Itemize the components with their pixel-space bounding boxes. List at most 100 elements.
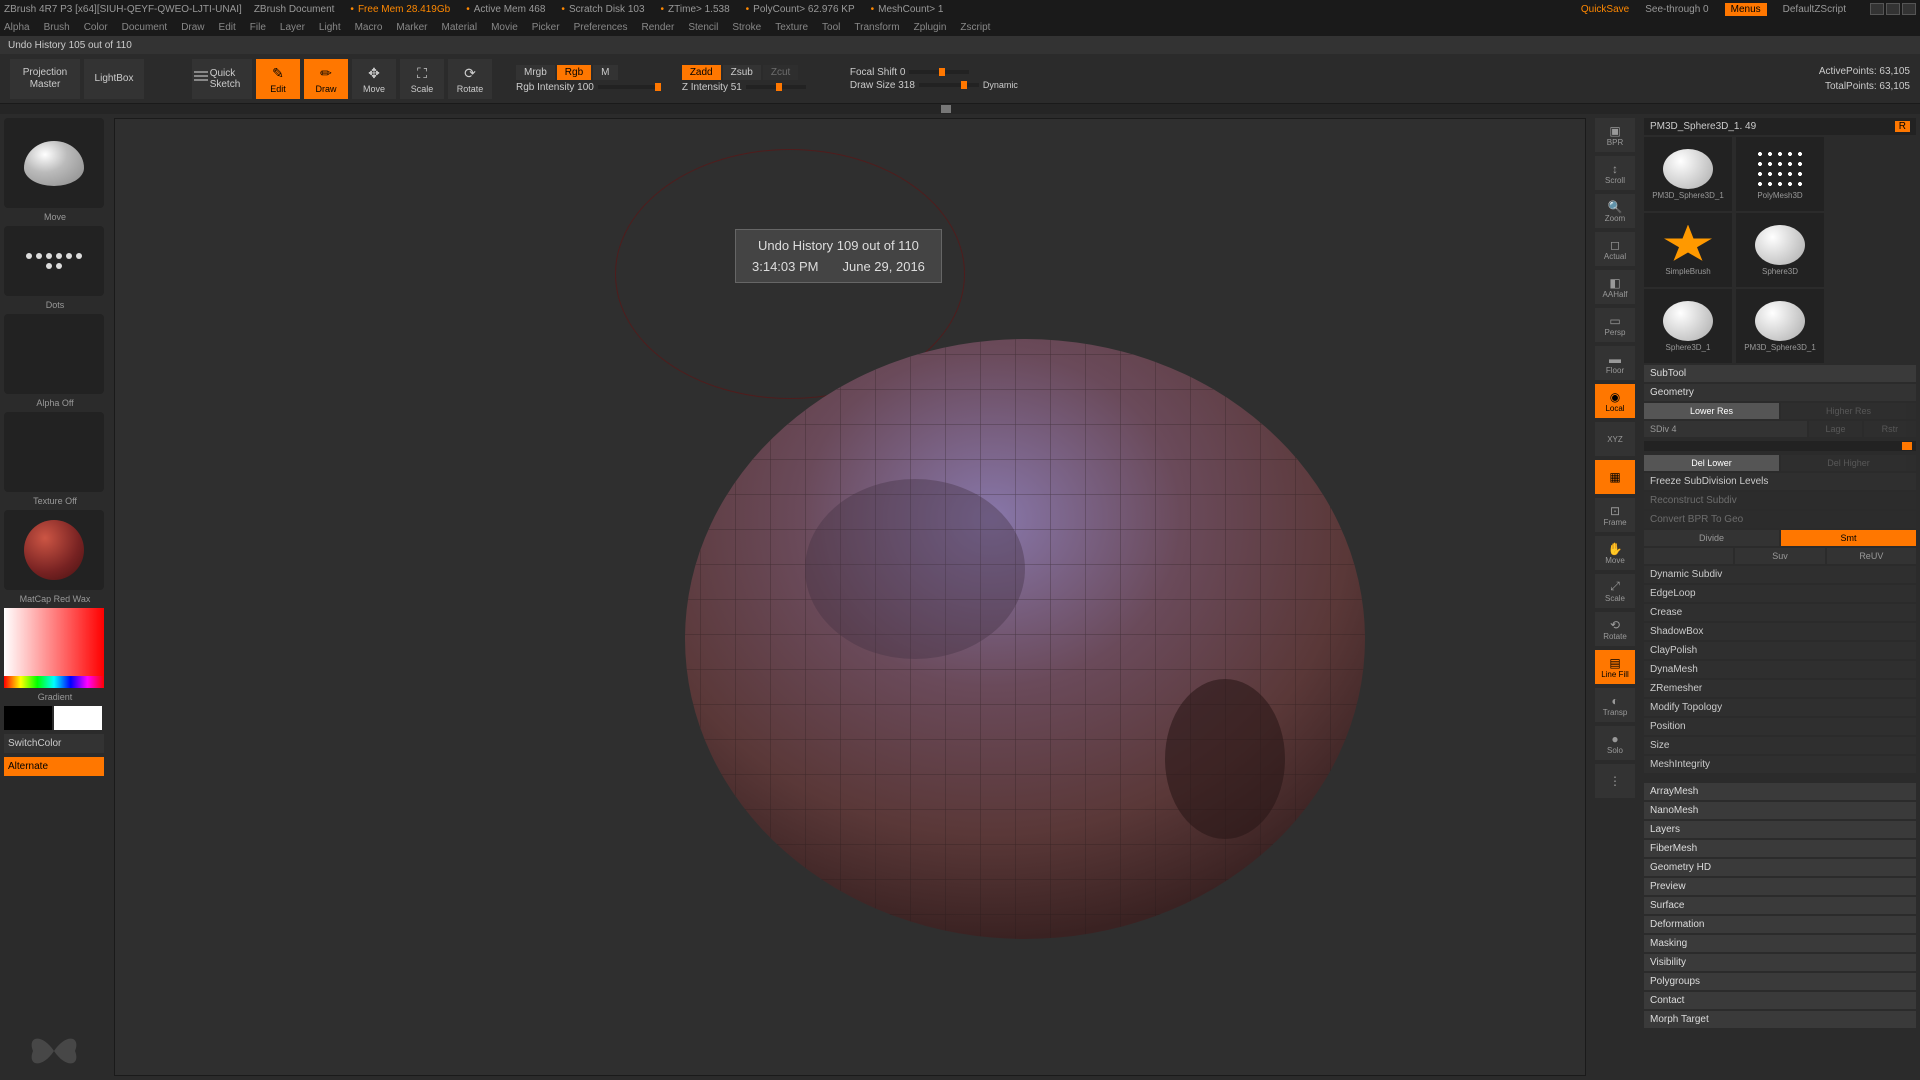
zremesher-header[interactable]: ZRemesher [1644, 680, 1916, 697]
local-button[interactable]: ◉Local [1595, 384, 1635, 418]
morph-target-header[interactable]: Morph Target [1644, 1011, 1916, 1028]
alternate-button[interactable]: Alternate [4, 757, 104, 776]
higher-res-button[interactable]: Higher Res [1781, 403, 1916, 419]
rgb-intensity-slider[interactable] [598, 85, 658, 89]
layers-header[interactable]: Layers [1644, 821, 1916, 838]
bpr-button[interactable]: ▣BPR [1595, 118, 1635, 152]
zcut-button[interactable]: Zcut [763, 65, 798, 80]
crease-header[interactable]: Crease [1644, 604, 1916, 621]
claypolish-header[interactable]: ClayPolish [1644, 642, 1916, 659]
tool-thumb-pm3d[interactable]: PM3D_Sphere3D_1 [1736, 289, 1824, 363]
move-button[interactable]: ✥Move [352, 59, 396, 99]
del-lower-button[interactable]: Del Lower [1644, 455, 1779, 471]
polygroups-header[interactable]: Polygroups [1644, 973, 1916, 990]
modify-topology-header[interactable]: Modify Topology [1644, 699, 1916, 716]
divide-button[interactable]: Divide [1644, 530, 1779, 546]
menu-tool[interactable]: Tool [822, 22, 840, 33]
menu-zplugin[interactable]: Zplugin [914, 22, 947, 33]
undo-history-slider[interactable] [0, 104, 1920, 114]
menu-stencil[interactable]: Stencil [688, 22, 718, 33]
size-header[interactable]: Size [1644, 737, 1916, 754]
geometryhd-header[interactable]: Geometry HD [1644, 859, 1916, 876]
frame-button[interactable]: ⊡Frame [1595, 498, 1635, 532]
xyz-button[interactable]: XYZ [1595, 422, 1635, 456]
menu-layer[interactable]: Layer [280, 22, 305, 33]
brush-selector[interactable] [4, 118, 104, 208]
primary-color-swatch[interactable] [54, 706, 102, 730]
menu-transform[interactable]: Transform [854, 22, 899, 33]
fibermesh-header[interactable]: FiberMesh [1644, 840, 1916, 857]
menu-macro[interactable]: Macro [355, 22, 383, 33]
color-picker[interactable] [4, 608, 104, 688]
menu-light[interactable]: Light [319, 22, 341, 33]
menu-edit[interactable]: Edit [219, 22, 236, 33]
extra-button[interactable]: ⋮ [1595, 764, 1635, 798]
maximize-icon[interactable] [1886, 3, 1900, 15]
suv-button[interactable]: Suv [1735, 548, 1824, 564]
subtool-header[interactable]: SubTool [1644, 365, 1916, 382]
zsub-button[interactable]: Zsub [723, 65, 761, 80]
focal-shift-label[interactable]: Focal Shift 0 [850, 67, 906, 78]
sdiv-label[interactable]: SDiv 4 [1644, 421, 1807, 437]
solo-button[interactable]: ●Solo [1595, 726, 1635, 760]
rstr-button[interactable]: Rstr [1864, 421, 1916, 437]
del-higher-button[interactable]: Del Higher [1781, 455, 1916, 471]
edgeloop-header[interactable]: EdgeLoop [1644, 585, 1916, 602]
persp-button[interactable]: ▭Persp [1595, 308, 1635, 342]
position-header[interactable]: Position [1644, 718, 1916, 735]
preview-header[interactable]: Preview [1644, 878, 1916, 895]
transp-button[interactable]: ◐Transp [1595, 688, 1635, 722]
menu-draw[interactable]: Draw [181, 22, 204, 33]
menu-marker[interactable]: Marker [396, 22, 427, 33]
dynamic-label[interactable]: Dynamic [983, 80, 1018, 90]
menus-button[interactable]: Menus [1725, 3, 1767, 16]
actual-button[interactable]: ◻Actual [1595, 232, 1635, 266]
tool-thumb-current[interactable]: PM3D_Sphere3D_1 [1644, 137, 1732, 211]
nanomesh-header[interactable]: NanoMesh [1644, 802, 1916, 819]
contact-header[interactable]: Contact [1644, 992, 1916, 1009]
tool-thumb-polymesh[interactable]: PolyMesh3D [1736, 137, 1824, 211]
visibility-header[interactable]: Visibility [1644, 954, 1916, 971]
linefill-button[interactable]: ▤Line Fill [1595, 650, 1635, 684]
aahalf-button[interactable]: ◧AAHalf [1595, 270, 1635, 304]
minimize-icon[interactable] [1870, 3, 1884, 15]
texture-selector[interactable] [4, 412, 104, 492]
tool-thumb-sphere3d[interactable]: Sphere3D [1736, 213, 1824, 287]
dynamic-subdiv-header[interactable]: Dynamic Subdiv [1644, 566, 1916, 583]
arraymesh-header[interactable]: ArrayMesh [1644, 783, 1916, 800]
masking-header[interactable]: Masking [1644, 935, 1916, 952]
menu-alpha[interactable]: Alpha [4, 22, 30, 33]
default-script[interactable]: DefaultZScript [1783, 4, 1846, 15]
edit-button[interactable]: ✎Edit [256, 59, 300, 99]
r-badge[interactable]: R [1895, 121, 1910, 132]
menu-color[interactable]: Color [84, 22, 108, 33]
focal-shift-slider[interactable] [909, 70, 969, 74]
geometry-header[interactable]: Geometry [1644, 384, 1916, 401]
menu-brush[interactable]: Brush [44, 22, 70, 33]
menu-preferences[interactable]: Preferences [574, 22, 628, 33]
zadd-button[interactable]: Zadd [682, 65, 721, 80]
menu-zscript[interactable]: Zscript [960, 22, 990, 33]
stroke-selector[interactable] [4, 226, 104, 296]
scale-view-button[interactable]: ⤢Scale [1595, 574, 1635, 608]
alpha-selector[interactable] [4, 314, 104, 394]
z-intensity-label[interactable]: Z Intensity 51 [682, 82, 742, 93]
smt-button[interactable]: Smt [1781, 530, 1916, 546]
projection-master-button[interactable]: Projection Master [10, 59, 80, 99]
menu-picker[interactable]: Picker [532, 22, 560, 33]
dynamesh-header[interactable]: DynaMesh [1644, 661, 1916, 678]
move-view-button[interactable]: ✋Move [1595, 536, 1635, 570]
tool-thumb-sphere3d-1[interactable]: Sphere3D_1 [1644, 289, 1732, 363]
menu-render[interactable]: Render [642, 22, 675, 33]
menu-document[interactable]: Document [122, 22, 168, 33]
rgb-intensity-label[interactable]: Rgb Intensity 100 [516, 82, 594, 93]
rotate-view-button[interactable]: ⟲Rotate [1595, 612, 1635, 646]
gradient-label[interactable]: Gradient [4, 692, 106, 702]
shadowbox-header[interactable]: ShadowBox [1644, 623, 1916, 640]
convert-bpr-button[interactable]: Convert BPR To Geo [1644, 511, 1916, 528]
deformation-header[interactable]: Deformation [1644, 916, 1916, 933]
zoom-button[interactable]: 🔍Zoom [1595, 194, 1635, 228]
z-intensity-slider[interactable] [746, 85, 806, 89]
polyf-button[interactable]: ▦ [1595, 460, 1635, 494]
m-button[interactable]: M [593, 65, 617, 80]
